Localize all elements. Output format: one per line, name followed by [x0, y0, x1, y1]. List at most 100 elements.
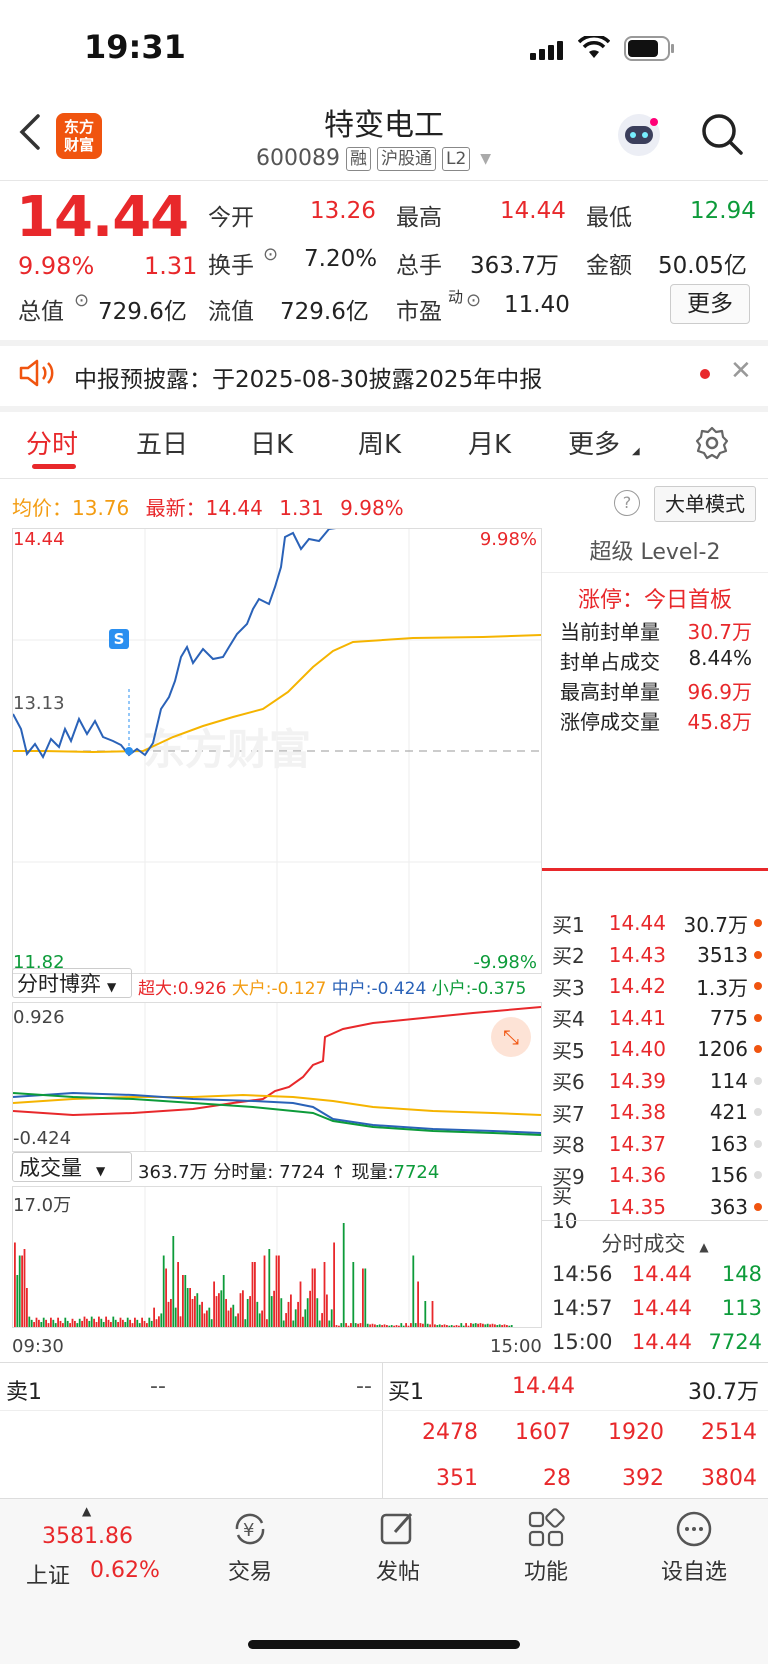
pe-info-icon[interactable]: ⊙: [466, 290, 481, 311]
now-volume-label: 现量:: [351, 1162, 394, 1183]
super-value: 0.926: [177, 979, 227, 999]
volume-bar: [395, 1325, 398, 1327]
tab-weekly-k[interactable]: 周K: [358, 424, 401, 461]
avg-value: 13.76: [72, 496, 130, 520]
svg-text:¥: ¥: [243, 1520, 254, 1541]
volume-bar: [326, 1294, 328, 1327]
big-order-mode-button[interactable]: 大单模式: [654, 486, 756, 522]
level2-panel[interactable]: 超级 Level-2 涨停：今日首板 当前封单量 30.7万 封单占成交 8.4…: [542, 528, 768, 898]
queue-volume: 28: [543, 1466, 571, 1491]
order-level: 买3: [552, 975, 585, 1000]
order-book-row[interactable]: 买10 14.35 363: [552, 1184, 762, 1233]
order-book-row[interactable]: 买7 14.38 421: [552, 1097, 762, 1127]
volume-bar: [218, 1293, 220, 1327]
volume-bar: [450, 1325, 453, 1327]
nav-trade[interactable]: ¥ 交易: [200, 1508, 300, 1586]
game-selector[interactable]: 分时博弈 ▼: [12, 968, 132, 998]
tab-monthly-k[interactable]: 月K: [468, 424, 511, 461]
volume-selector[interactable]: 成交量 ▼: [12, 1152, 132, 1182]
notice-text[interactable]: 中报预披露：于2025-08-30披露2025年中报: [74, 360, 542, 394]
mktcap-info-icon[interactable]: ⊙: [74, 290, 89, 311]
volume-bar: [304, 1309, 307, 1327]
order-book-row[interactable]: 买4 14.41 775: [552, 1003, 762, 1033]
amount-value: 50.05亿: [658, 253, 747, 279]
tag-connect: 沪股通: [376, 146, 436, 171]
volume-bar: [306, 1298, 309, 1327]
nav-function[interactable]: 功能: [496, 1508, 596, 1586]
settings-gear-icon[interactable]: [695, 426, 729, 464]
tab-daily-k[interactable]: 日K: [250, 424, 293, 461]
index-name[interactable]: 上证: [26, 1558, 70, 1590]
small-value: -0.375: [471, 979, 527, 999]
tab-more[interactable]: 更多: [568, 424, 620, 461]
notice-close-icon[interactable]: ✕: [730, 356, 752, 386]
ticks-title[interactable]: 分时成交 ▲: [542, 1228, 768, 1258]
volume-bar: [177, 1262, 179, 1327]
game-chart[interactable]: 0.926 -0.424 ⤡: [12, 1002, 542, 1152]
volume-bar: [141, 1317, 143, 1327]
help-icon[interactable]: ?: [614, 490, 640, 516]
intraday-chart[interactable]: 东方财富 S 14.44 9.98% 13.13 11.82 -9.98%: [12, 528, 542, 974]
volume-bar: [479, 1323, 482, 1327]
caret-down-icon: ▼: [107, 980, 117, 994]
volume-chart[interactable]: 17.0万: [12, 1186, 542, 1328]
order-book-row[interactable]: 买8 14.37 163: [552, 1129, 762, 1159]
volume-bar: [246, 1298, 249, 1327]
index-pct[interactable]: 0.62%: [90, 1558, 160, 1583]
order-volume: 363: [709, 1194, 748, 1219]
tab-more-arrow-icon: ◢: [632, 446, 640, 457]
s-marker[interactable]: S: [109, 629, 129, 649]
volume-bar: [316, 1298, 319, 1327]
order-level: 买10: [552, 1184, 578, 1233]
order-dot-icon: [754, 1171, 762, 1179]
volume-bar: [227, 1310, 230, 1327]
volume-bar: [74, 1320, 76, 1327]
volume-bar: [155, 1319, 158, 1327]
nav-post[interactable]: 发帖: [348, 1508, 448, 1586]
volume-bar: [119, 1317, 122, 1327]
order-book-row[interactable]: 买2 14.43 3513: [552, 940, 762, 970]
volume-bar: [393, 1325, 395, 1327]
tab-five-day[interactable]: 五日: [136, 424, 188, 461]
volume-bar: [297, 1301, 299, 1327]
index-value[interactable]: 3581.86: [42, 1524, 133, 1549]
tab-intraday[interactable]: 分时: [26, 424, 78, 461]
expand-icon[interactable]: ⤡: [491, 1017, 531, 1057]
stock-code-row[interactable]: 600089 融 沪股通 L2 ▼: [256, 146, 491, 171]
volume-bar: [239, 1293, 242, 1327]
super-label: 超大:: [138, 979, 178, 999]
volume-bar: [215, 1296, 218, 1327]
order-book-row[interactable]: 买1 14.44 30.7万: [552, 908, 762, 938]
volume-bar: [330, 1309, 333, 1327]
nav-custom[interactable]: 设自选: [644, 1508, 744, 1586]
volume-bar: [470, 1323, 472, 1327]
order-dot-icon: [754, 1013, 762, 1022]
open-label: 今开: [208, 205, 254, 231]
volume-bar: [280, 1298, 283, 1327]
volume-total: 363.7万: [138, 1162, 208, 1183]
volume-bar: [417, 1281, 419, 1327]
order-volume: 775: [709, 1005, 748, 1030]
turnover-info-icon[interactable]: ⊙: [263, 244, 278, 265]
volume-bar: [309, 1290, 311, 1327]
order-volume: 30.7万: [683, 912, 748, 937]
axis-top-pct: 9.98%: [479, 529, 537, 550]
volume-bar: [390, 1325, 393, 1327]
more-button[interactable]: 更多: [670, 284, 750, 324]
search-icon[interactable]: [700, 112, 744, 160]
trade-yen-icon: ¥: [235, 1513, 265, 1545]
volume-bar: [249, 1296, 251, 1327]
order-book-row[interactable]: 买3 14.42 1.3万: [552, 971, 762, 1001]
volume-bar: [446, 1325, 448, 1327]
volume-bar: [354, 1323, 357, 1327]
volume-bar: [129, 1319, 131, 1327]
index-up-arrow-icon: ▲: [82, 1504, 92, 1518]
volume-bar: [438, 1324, 441, 1327]
order-book-row[interactable]: 买5 14.40 1206: [552, 1034, 762, 1064]
game-axis-bottom: -0.424: [13, 1128, 72, 1149]
order-book-row[interactable]: 买6 14.39 114: [552, 1066, 762, 1096]
battery-icon: [624, 36, 676, 66]
volume-bar: [206, 1310, 208, 1327]
order-level: 买1: [552, 912, 585, 937]
robot-assistant-icon[interactable]: [616, 112, 662, 162]
